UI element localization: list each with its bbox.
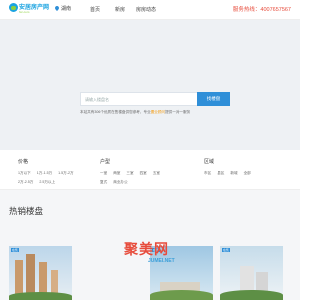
filter-layout: 户型 一室 两室 三室 四室 五室 复式 商业办公 bbox=[100, 158, 160, 189]
search-note-text: 本站共有306个优质在售楼盘供您参考，专业 bbox=[80, 110, 151, 114]
trees-shape bbox=[9, 292, 72, 300]
city-selector[interactable]: 湖南 bbox=[55, 5, 71, 12]
search-note: 本站共有306个优质在售楼盘供您参考，专业置业顾问提供一对一服务 bbox=[80, 110, 240, 115]
nav-home[interactable]: 首页 bbox=[90, 6, 100, 13]
filter-option[interactable]: 县区 bbox=[217, 171, 224, 176]
nav-new-homes[interactable]: 新房 bbox=[115, 6, 125, 13]
filter-title: 户型 bbox=[100, 159, 111, 165]
consultant-link[interactable]: 置业顾问 bbox=[151, 110, 165, 114]
status-badge: 在售 bbox=[11, 248, 20, 252]
filter-option[interactable]: 1.5万-2万 bbox=[58, 171, 73, 176]
filter-option[interactable]: 商业办公 bbox=[113, 180, 127, 185]
filter-option[interactable]: 新城 bbox=[230, 171, 237, 176]
filter-panel: 价格 1万以下 1万-1.5万 1.5万-2万 2万-2.5万 2.5万以上 户… bbox=[0, 150, 300, 190]
filter-option[interactable]: 2万-2.5万 bbox=[18, 180, 33, 185]
filter-option[interactable]: 市区 bbox=[204, 171, 211, 176]
logo-icon bbox=[9, 3, 18, 12]
listing-card[interactable]: 在售 bbox=[9, 246, 72, 300]
filter-option[interactable]: 1万以下 bbox=[18, 171, 31, 176]
watermark-subtext: JUMEI.NET bbox=[148, 258, 175, 264]
section-title: 热销楼盘 bbox=[9, 206, 44, 216]
filter-price: 价格 1万以下 1万-1.5万 1.5万-2万 2万-2.5万 2.5万以上 bbox=[18, 158, 74, 189]
filter-title: 价格 bbox=[18, 159, 29, 165]
search-input[interactable] bbox=[81, 93, 199, 105]
top-header: 安居房产网 fcc.com 湖南 首页 新房 房房动态 服务热线：4007657… bbox=[0, 0, 300, 20]
search-button[interactable]: 找楼盘 bbox=[197, 92, 230, 106]
hotline-label: 服务热线： bbox=[232, 7, 261, 13]
listing-card[interactable]: 在售 bbox=[220, 246, 283, 300]
location-pin-icon bbox=[55, 6, 59, 11]
hotline-number: 4007657567 bbox=[260, 7, 291, 13]
site-logo[interactable]: 安居房产网 fcc.com bbox=[9, 3, 51, 17]
filter-option[interactable]: 复式 bbox=[100, 180, 107, 185]
filter-option[interactable]: 1万-1.5万 bbox=[37, 171, 52, 176]
hotline: 服务热线：4007657567 bbox=[233, 5, 291, 13]
filter-option[interactable]: 一室 bbox=[100, 171, 107, 176]
filter-option[interactable]: 五室 bbox=[153, 171, 160, 176]
filter-option[interactable]: 2.5万以上 bbox=[39, 180, 55, 185]
search-bar: 找楼盘 bbox=[80, 92, 230, 106]
filter-title: 区域 bbox=[204, 159, 215, 165]
logo-subtext: fcc.com bbox=[19, 10, 30, 14]
filter-option[interactable]: 三室 bbox=[126, 171, 133, 176]
status-badge: 在售 bbox=[222, 248, 231, 252]
trees-shape bbox=[150, 290, 213, 300]
nav-news[interactable]: 房房动态 bbox=[136, 6, 156, 13]
filter-option[interactable]: 两室 bbox=[113, 171, 120, 176]
city-name: 湖南 bbox=[61, 6, 72, 12]
filter-option[interactable]: 全部 bbox=[244, 171, 251, 176]
watermark-logo: 聚美网 bbox=[124, 241, 169, 257]
search-note-suffix: 提供一对一服务 bbox=[165, 110, 191, 114]
filter-area: 区域 市区 县区 新城 全部 bbox=[204, 158, 251, 180]
filter-option[interactable]: 四室 bbox=[140, 171, 147, 176]
trees-shape bbox=[220, 290, 283, 300]
hero-banner bbox=[0, 20, 300, 150]
